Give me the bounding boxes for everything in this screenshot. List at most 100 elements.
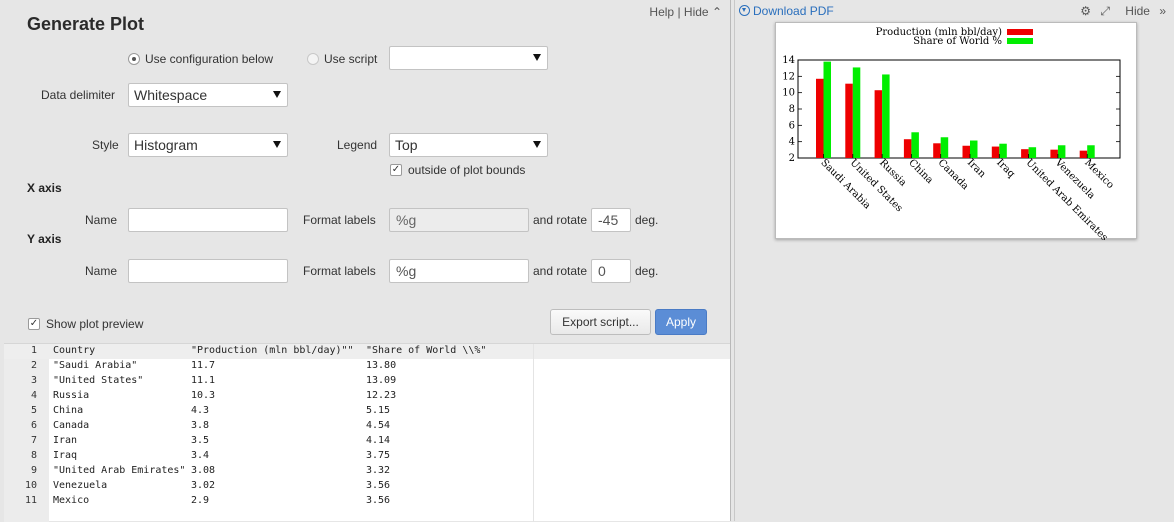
y-tick-label: 12	[782, 71, 795, 82]
data-editor[interactable]: 1 Country "Production (mln bbl/day)"" "Shar…	[4, 343, 730, 522]
hide-preview-label: Hide	[1125, 4, 1150, 18]
x-deg-label: deg.	[635, 213, 659, 227]
bar-production	[962, 145, 970, 158]
plot-config-panel: Generate Plot Help | Hide ⌃ Use configur…	[0, 0, 731, 522]
editor-cell: Russia	[53, 390, 90, 401]
legend-label: Legend	[337, 138, 378, 152]
editor-cell: "Saudi Arabia"	[53, 360, 138, 371]
editor-cell: Iraq	[53, 450, 78, 461]
editor-cell: 3.56	[366, 495, 391, 506]
bar-production	[874, 90, 883, 158]
line-number: 7	[30, 435, 37, 446]
editor-cell: "Share of World \\%"	[366, 345, 487, 356]
legend-label: Share of World %	[913, 36, 1002, 47]
outside-bounds-checkbox[interactable]: ✓	[390, 164, 402, 176]
bar-production	[903, 139, 912, 158]
style-select-value: Histogram	[134, 137, 198, 153]
editor-cell: 4.14	[366, 435, 391, 446]
editor-cell: 13.09	[366, 375, 397, 386]
apply-button[interactable]: Apply	[655, 309, 707, 335]
y-tick-label: 2	[789, 153, 795, 164]
circle-arrow-down-icon	[739, 5, 750, 16]
gear-icon[interactable]: ⚙	[1080, 4, 1091, 18]
y-axis-heading: Y axis	[27, 232, 62, 246]
line-number: 2	[30, 360, 37, 371]
y-tick-label: 4	[789, 137, 795, 148]
preview-tools: ⚙ ⤢ Hide »	[1074, 4, 1166, 19]
bar-production	[845, 83, 853, 158]
hide-link[interactable]: Hide	[684, 5, 709, 19]
hide-preview-link[interactable]: Hide »	[1119, 4, 1166, 18]
editor-line: 9 "United Arab Emirates" 3.08 3.32	[4, 465, 730, 480]
double-chevron-up-icon[interactable]: ⌃	[712, 5, 722, 19]
editor-cell: "Production (mln bbl/day)""	[191, 345, 354, 356]
line-number: 6	[30, 420, 37, 431]
plot-preview: 2 4 6 8 10 12 14 Saudi Arabia United States Russi…	[775, 22, 1137, 240]
script-select[interactable]	[389, 46, 548, 70]
editor-line: 5 China 4.3 5.15	[4, 405, 730, 420]
y-tick-label: 10	[782, 88, 795, 99]
editor-cell: 11.7	[191, 360, 216, 371]
legend-select[interactable]: Top	[389, 133, 548, 157]
x-tick-label: Iraq	[994, 157, 1017, 180]
x-rotate-input[interactable]: -45	[591, 208, 631, 232]
editor-cell: 3.02	[191, 480, 216, 491]
x-tick-label: United States	[848, 157, 905, 214]
y-rotate-label: and rotate	[533, 264, 588, 278]
editor-cell: 3.32	[366, 465, 391, 476]
x-tick-label: Iran	[965, 157, 988, 180]
bar-share	[1028, 147, 1037, 158]
editor-cell: 4.54	[366, 420, 391, 431]
editor-cell: 4.3	[191, 405, 210, 416]
x-format-input[interactable]: %g	[389, 208, 529, 232]
editor-line: 8 Iraq 3.4 3.75	[4, 450, 730, 465]
editor-cell: 11.1	[191, 375, 216, 386]
editor-cell: 2.9	[191, 495, 210, 506]
help-link[interactable]: Help	[649, 5, 674, 19]
bar-share	[999, 143, 1007, 158]
editor-cell: 10.3	[191, 390, 216, 401]
editor-cell: 12.23	[366, 390, 397, 401]
delimiter-select[interactable]: Whitespace	[128, 83, 288, 107]
expand-icon[interactable]: ⤢	[1100, 4, 1110, 18]
use-script-radio[interactable]	[307, 53, 319, 65]
bar-share	[1087, 145, 1095, 158]
editor-cell: Mexico	[53, 495, 90, 506]
y-rotate-input[interactable]: 0	[591, 259, 631, 283]
x-name-input[interactable]	[128, 208, 288, 232]
bar-production	[1021, 149, 1029, 158]
bar-production	[1079, 150, 1088, 158]
editor-line: 6 Canada 3.8 4.54	[4, 420, 730, 435]
bar-share	[911, 132, 919, 158]
editor-cell: Venezuela	[53, 480, 108, 491]
style-select[interactable]: Histogram	[128, 133, 288, 157]
bar-production	[991, 146, 1000, 158]
download-pdf-link[interactable]: Download PDF	[739, 4, 834, 18]
line-number: 5	[30, 405, 37, 416]
y-format-label: Format labels	[303, 264, 376, 278]
editor-cell: 3.8	[191, 420, 210, 431]
editor-cell: 13.80	[366, 360, 397, 371]
editor-cell: China	[53, 405, 84, 416]
use-config-radio[interactable]	[128, 53, 140, 65]
line-number: 4	[30, 390, 37, 401]
line-number: 11	[24, 495, 37, 506]
editor-cell: 3.5	[191, 435, 210, 446]
bar-production	[816, 78, 824, 158]
double-chevron-right-icon: »	[1159, 4, 1166, 18]
y-format-input[interactable]: %g	[389, 259, 529, 283]
show-preview-checkbox[interactable]: ✓	[28, 318, 40, 330]
preview-panel: Download PDF ⚙ ⤢ Hide » 2 4 6 8 10 12 14 Saudi …	[734, 0, 1174, 521]
bar-share	[882, 74, 890, 158]
editor-cell: "United States"	[53, 375, 144, 386]
editor-cell: Iran	[53, 435, 78, 446]
delimiter-label: Data delimiter	[41, 88, 116, 102]
editor-cell: 3.08	[191, 465, 216, 476]
y-name-input[interactable]	[128, 259, 288, 283]
show-preview-label: Show plot preview	[46, 317, 144, 331]
line-number: 1	[30, 345, 37, 356]
x-tick-label: Canada	[936, 157, 971, 192]
dropdown-arrow-icon	[273, 141, 281, 148]
export-script-button[interactable]: Export script...	[550, 309, 651, 335]
y-tick-label: 8	[789, 104, 795, 115]
